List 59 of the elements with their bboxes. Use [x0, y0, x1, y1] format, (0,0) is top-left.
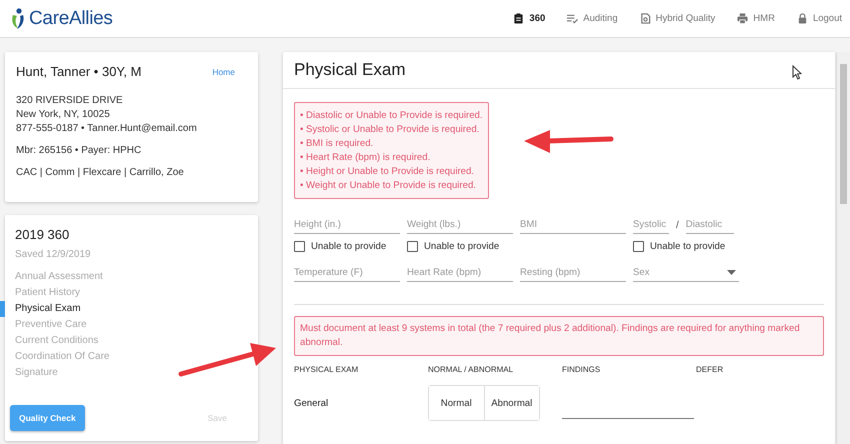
column-header: NORMAL / ABNORMAL [428, 365, 514, 374]
clipboard-icon [513, 13, 524, 24]
quality-check-button[interactable]: Quality Check [10, 405, 85, 431]
text-field[interactable]: BMI [520, 216, 626, 234]
exam-title: Physical Exam [294, 60, 406, 80]
cursor-icon [792, 65, 802, 80]
address-line: 877-555-0187 • Tanner.Hunt@email.com [16, 123, 198, 134]
nav-link[interactable]: 360 [513, 13, 546, 24]
column-header: FINDINGS [562, 365, 602, 374]
caret-icon [727, 270, 736, 275]
step-link[interactable]: Preventive Care [0, 317, 97, 333]
step-link[interactable]: Signature [0, 365, 68, 381]
nav-link[interactable]: HMR [737, 13, 775, 24]
saved-date: Saved 12/9/2019 [14, 249, 92, 260]
step-link[interactable]: Annual Assessment [0, 269, 113, 285]
step-link[interactable]: Physical Exam [0, 301, 91, 317]
step-link[interactable]: Coordination Of Care [0, 349, 120, 365]
sex-dropdown[interactable]: Sex [633, 264, 739, 282]
list-check-icon [567, 13, 578, 24]
error-message: • Height or Unable to Provide is required. [300, 165, 476, 178]
address-line: New York, NY, 10025 [16, 109, 111, 120]
text-field[interactable]: Systolic [633, 216, 669, 234]
error-message: • Diastolic or Unable to Provide is required. [300, 109, 483, 122]
text-field[interactable]: Diastolic [686, 216, 734, 234]
text-field[interactable]: Height (in.) [294, 216, 400, 234]
unable-checkbox[interactable]: Unable to provide [633, 241, 739, 252]
printer-icon [737, 13, 748, 24]
text-field[interactable]: Resting (bpm) [520, 264, 626, 282]
logo-icon [10, 8, 26, 30]
nav-link[interactable]: Hybrid Quality [640, 13, 716, 24]
home-link[interactable]: Home [212, 66, 235, 76]
scrollbar[interactable] [836, 52, 850, 444]
logo-text: CareAllies [29, 8, 113, 30]
text-field[interactable]: Temperature (F) [294, 264, 400, 282]
error-message: • BMI is required. [300, 137, 374, 150]
nav-link[interactable]: Logout [796, 13, 842, 24]
text-field[interactable]: Heart Rate (bpm) [407, 264, 513, 282]
column-header: PHYSICAL EXAM [294, 365, 360, 374]
unable-checkbox[interactable]: Unable to provide [407, 241, 513, 252]
exam-row-label: General [294, 398, 330, 408]
notice-box: Must document at least 9 systems in total (the 7 required plus 2 additional). Findings are required for anything marked abnormal. [294, 316, 824, 356]
plan-info: CAC | Comm | Flexcare | Carrillo, Zoe [16, 167, 185, 178]
text-field[interactable]: Weight (lbs.) [407, 216, 513, 234]
step-link[interactable]: Current Conditions [0, 333, 108, 349]
nav-link[interactable]: Auditing [567, 13, 618, 24]
error-message: • Systolic or Unable to Provide is required. [300, 123, 480, 136]
unable-checkbox[interactable]: Unable to provide [294, 241, 400, 252]
error-message: • Weight or Unable to Provide is required. [300, 179, 477, 192]
toggle-option[interactable]: Abnormal [484, 386, 539, 420]
error-message: • Heart Rate (bpm) is required. [300, 151, 432, 164]
document-search-icon [640, 13, 651, 24]
lock-icon [796, 13, 808, 24]
step-link[interactable]: Patient History [0, 285, 90, 301]
assessment-title: 2019 360 [14, 227, 70, 242]
member-info: Mbr: 265156 • Payer: HPHC [16, 145, 142, 156]
address-line: 320 RIVERSIDE DRIVE [16, 95, 124, 106]
column-header: DEFER [696, 365, 724, 374]
patient-name: Hunt, Tanner • 30Y, M [16, 64, 142, 79]
separator-text: / [676, 220, 679, 233]
